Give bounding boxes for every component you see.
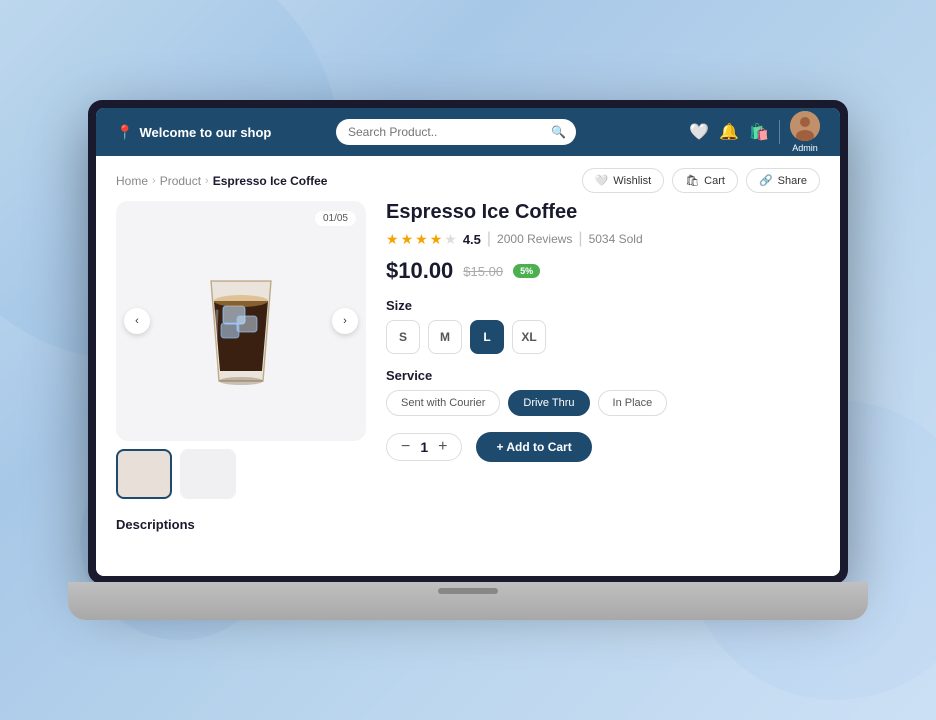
add-to-cart-button[interactable]: + Add to Cart — [476, 432, 591, 462]
sale-badge: 5% — [513, 264, 540, 278]
location-icon: 📍 — [116, 124, 133, 141]
nav-divider — [779, 120, 780, 144]
thumbnail-2[interactable] — [180, 449, 236, 499]
rating-sep-1: | — [487, 230, 491, 248]
size-s[interactable]: S — [386, 320, 420, 354]
next-image-button[interactable]: › — [332, 308, 358, 334]
rating-sold: 5034 Sold — [589, 232, 643, 246]
product-image — [181, 241, 301, 401]
star-2: ★ — [401, 231, 414, 248]
wishlist-button[interactable]: 🤍 Wishlist — [582, 168, 665, 193]
descriptions-label: Descriptions — [96, 509, 840, 532]
screen-content: 📍 Welcome to our shop 🔍 🤍 🔔 🛍️ — [96, 108, 840, 576]
star-5: ★ — [444, 231, 457, 248]
avatar[interactable] — [790, 111, 820, 141]
main-image-box: 01/05 ‹ — [116, 201, 366, 441]
thumbnail-row — [116, 449, 366, 499]
nav-icons: 🤍 🔔 🛍️ Admin — [689, 111, 820, 153]
cart-label: Cart — [704, 175, 725, 187]
service-courier[interactable]: Sent with Courier — [386, 390, 500, 416]
size-options: S M L XL — [386, 320, 820, 354]
bag-icon: 🛍 — [685, 174, 699, 187]
size-m[interactable]: M — [428, 320, 462, 354]
product-layout: 01/05 ‹ — [96, 201, 840, 509]
rating-number: 4.5 — [463, 232, 481, 247]
qty-value: 1 — [420, 439, 428, 455]
service-label: Service — [386, 368, 820, 383]
wishlist-label: Wishlist — [613, 175, 651, 187]
star-3: ★ — [415, 231, 428, 248]
product-title: Espresso Ice Coffee — [386, 201, 820, 224]
wishlist-nav-icon[interactable]: 🤍 — [689, 122, 709, 142]
cart-button[interactable]: 🛍 Cart — [672, 168, 738, 193]
share-button[interactable]: 🔗 Share — [746, 168, 820, 193]
heart-icon: 🤍 — [595, 174, 609, 187]
qty-increase[interactable]: + — [438, 439, 447, 455]
breadcrumb-sep-1: › — [152, 175, 156, 187]
image-counter: 01/05 — [315, 211, 356, 226]
add-to-cart-label: + Add to Cart — [496, 440, 571, 454]
brand-label: Welcome to our shop — [139, 125, 271, 140]
cart-row: − 1 + + Add to Cart — [386, 432, 820, 462]
notification-icon[interactable]: 🔔 — [719, 122, 739, 142]
share-icon: 🔗 — [759, 174, 773, 187]
service-options: Sent with Courier Drive Thru In Place — [386, 390, 820, 416]
share-label: Share — [778, 175, 807, 187]
breadcrumb-sep-2: › — [205, 175, 209, 187]
rating-reviews: 2000 Reviews — [497, 232, 572, 246]
stars: ★ ★ ★ ★ ★ — [386, 231, 457, 248]
thumbnail-1[interactable] — [116, 449, 172, 499]
search-icon: 🔍 — [551, 125, 566, 139]
service-in-place[interactable]: In Place — [598, 390, 668, 416]
product-details: Espresso Ice Coffee ★ ★ ★ ★ ★ 4.5 | — [386, 201, 820, 499]
breadcrumb-home[interactable]: Home — [116, 174, 148, 188]
quantity-control: − 1 + — [386, 433, 462, 461]
breadcrumb-current: Espresso Ice Coffee — [213, 174, 328, 188]
avatar-label: Admin — [792, 143, 818, 153]
service-drive-thru[interactable]: Drive Thru — [508, 390, 589, 416]
breadcrumb-product[interactable]: Product — [160, 174, 201, 188]
top-bar: Home › Product › Espresso Ice Coffee 🤍 W… — [96, 156, 840, 201]
star-1: ★ — [386, 231, 399, 248]
page-content: Home › Product › Espresso Ice Coffee 🤍 W… — [96, 156, 840, 576]
breadcrumb: Home › Product › Espresso Ice Coffee — [116, 174, 327, 188]
product-image-area: 01/05 ‹ — [116, 201, 366, 499]
laptop-screen: 📍 Welcome to our shop 🔍 🤍 🔔 🛍️ — [88, 100, 848, 584]
search-bar[interactable]: 🔍 — [336, 119, 576, 145]
prev-image-button[interactable]: ‹ — [124, 308, 150, 334]
search-input[interactable] — [336, 119, 576, 145]
qty-decrease[interactable]: − — [401, 439, 410, 455]
brand: 📍 Welcome to our shop — [116, 124, 271, 141]
price-original: $15.00 — [463, 264, 503, 279]
size-xl[interactable]: XL — [512, 320, 546, 354]
rating-row: ★ ★ ★ ★ ★ 4.5 | 2000 Reviews | 5034 Sold — [386, 230, 820, 248]
cart-nav-icon[interactable]: 🛍️ — [749, 122, 769, 142]
price-main: $10.00 — [386, 258, 453, 284]
size-l[interactable]: L — [470, 320, 504, 354]
laptop-frame: 📍 Welcome to our shop 🔍 🤍 🔔 🛍️ — [88, 100, 848, 620]
action-buttons: 🤍 Wishlist 🛍 Cart 🔗 Share — [582, 168, 820, 193]
price-row: $10.00 $15.00 5% — [386, 258, 820, 284]
star-4: ★ — [430, 231, 443, 248]
laptop-base — [68, 582, 868, 620]
rating-sep-2: | — [578, 230, 582, 248]
size-label: Size — [386, 298, 820, 313]
navbar: 📍 Welcome to our shop 🔍 🤍 🔔 🛍️ — [96, 108, 840, 156]
